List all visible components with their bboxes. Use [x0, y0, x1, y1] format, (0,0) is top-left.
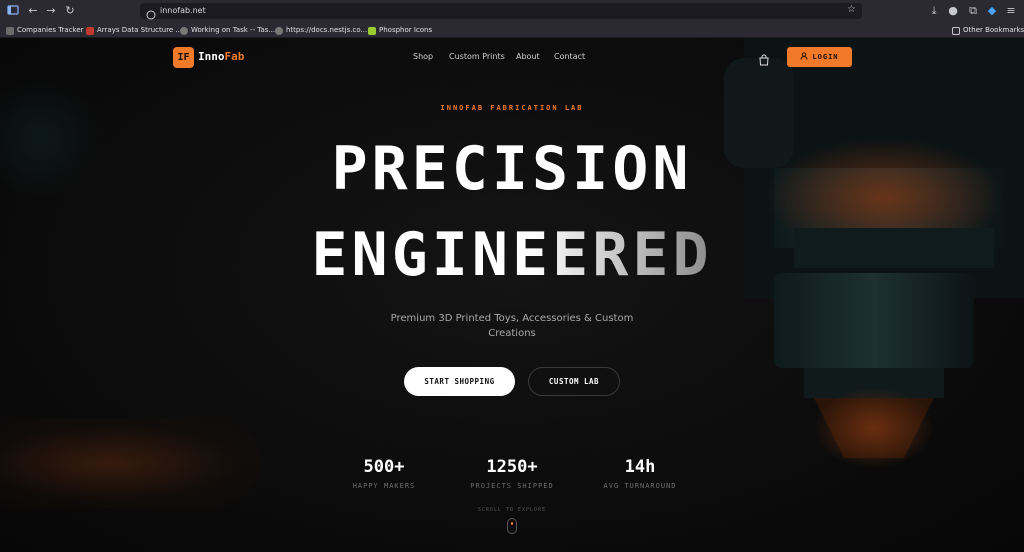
hero-section: IF InnoFab Shop Custom Prints About Cont… [0, 38, 1024, 552]
bookmarks-bar: Companies Tracker Arrays Data Structure … [0, 22, 1024, 38]
custom-lab-button[interactable]: CUSTOM LAB [528, 367, 620, 396]
logo-name-part2: Fab [224, 50, 245, 63]
browser-chrome: ← → ↻ innofab.net ☆ ⤓ ● ⧉ ◆ ≡ Companies … [0, 0, 1024, 38]
bookmark-label: Companies Tracker [17, 26, 84, 34]
hero-subtitle: Premium 3D Printed Toys, Accessories & C… [390, 313, 634, 339]
extension-icon[interactable]: ● [946, 4, 960, 18]
stat-projects-shipped: 1250+ PROJECTS SHIPPED [442, 456, 582, 492]
menu-icon[interactable]: ≡ [1004, 4, 1018, 18]
phosphor-favicon-icon [368, 26, 376, 35]
bookmark-item[interactable]: Arrays Data Structure ... [86, 25, 182, 36]
stat-value: 14h [624, 457, 656, 477]
bookmark-item[interactable]: Companies Tracker [6, 25, 84, 36]
downloads-icon[interactable]: ⤓ [927, 4, 941, 18]
forward-icon[interactable]: → [44, 4, 58, 18]
vpn-icon[interactable]: ◆ [985, 4, 999, 18]
bookmark-label: Arrays Data Structure ... [97, 26, 183, 34]
stat-label: HAPPY MAKERS [352, 482, 416, 490]
site-nav: IF InnoFab Shop Custom Prints About Cont… [0, 38, 1024, 76]
shopping-bag-icon[interactable] [758, 51, 770, 66]
stat-value: 1250+ [486, 457, 538, 477]
browser-toolbar: ← → ↻ innofab.net ☆ ⤓ ● ⧉ ◆ ≡ [0, 0, 1024, 22]
hero-headline-line1: PRECISION [331, 134, 693, 204]
extensions-puzzle-icon[interactable]: ⧉ [966, 4, 980, 18]
hero-headline-line2-text: ENGINEERED [311, 220, 713, 290]
nav-link-shop[interactable]: Shop [413, 51, 433, 63]
logo-name-part1: Inno [198, 50, 225, 63]
back-icon[interactable]: ← [26, 4, 40, 18]
bookmark-favicon-icon [86, 26, 94, 35]
bookmark-favicon-icon [6, 26, 14, 35]
nav-link-custom-prints[interactable]: Custom Prints [449, 51, 505, 63]
stat-label: PROJECTS SHIPPED [470, 482, 554, 490]
scroll-mouse-icon[interactable] [507, 518, 517, 534]
nav-link-about[interactable]: About [516, 51, 540, 63]
hero-eyebrow: INNOFAB FABRICATION LAB [440, 104, 584, 112]
bookmark-label: Working on Task -- Tas... [191, 26, 276, 34]
bookmark-item[interactable]: Working on Task -- Tas... [180, 25, 275, 36]
stat-value: 500+ [363, 457, 405, 477]
folder-icon [952, 26, 960, 35]
nav-link-contact[interactable]: Contact [554, 51, 585, 63]
hero-headline-line2: ENGINEERED [0, 220, 1024, 290]
login-label: LOGIN [812, 53, 839, 61]
login-button[interactable]: LOGIN [787, 47, 852, 67]
sidebar-toggle-icon[interactable] [6, 4, 20, 18]
bookmark-item[interactable]: https://docs.nestjs.co... [275, 25, 367, 36]
stat-happy-makers: 500+ HAPPY MAKERS [314, 456, 454, 492]
other-bookmarks-label: Other Bookmarks [963, 26, 1024, 34]
url-text: innofab.net [160, 6, 206, 15]
scroll-hint: SCROLL TO EXPLORE [477, 507, 547, 513]
bookmark-star-icon[interactable]: ☆ [847, 4, 856, 15]
bookmark-label: Phosphor Icons [379, 26, 433, 34]
other-bookmarks[interactable]: Other Bookmarks [952, 25, 1024, 36]
globe-icon [180, 26, 188, 35]
user-icon [800, 52, 808, 62]
bookmark-item[interactable]: Phosphor Icons [368, 25, 432, 36]
printer-nozzle-image [724, 38, 1024, 468]
logo-mark[interactable]: IF [173, 47, 194, 68]
site-info-icon[interactable] [146, 5, 158, 20]
scroll-dot [511, 522, 513, 525]
stat-avg-turnaround: 14h AVG TURNAROUND [570, 456, 710, 492]
reload-icon[interactable]: ↻ [63, 4, 77, 18]
background-glow [0, 418, 260, 508]
logo-wordmark[interactable]: InnoFab [198, 49, 244, 65]
start-shopping-button[interactable]: START SHOPPING [404, 367, 515, 396]
address-bar[interactable]: innofab.net ☆ [140, 3, 862, 20]
stat-label: AVG TURNAROUND [603, 482, 677, 490]
bookmark-label: https://docs.nestjs.co... [286, 26, 368, 34]
globe-icon [275, 26, 283, 35]
